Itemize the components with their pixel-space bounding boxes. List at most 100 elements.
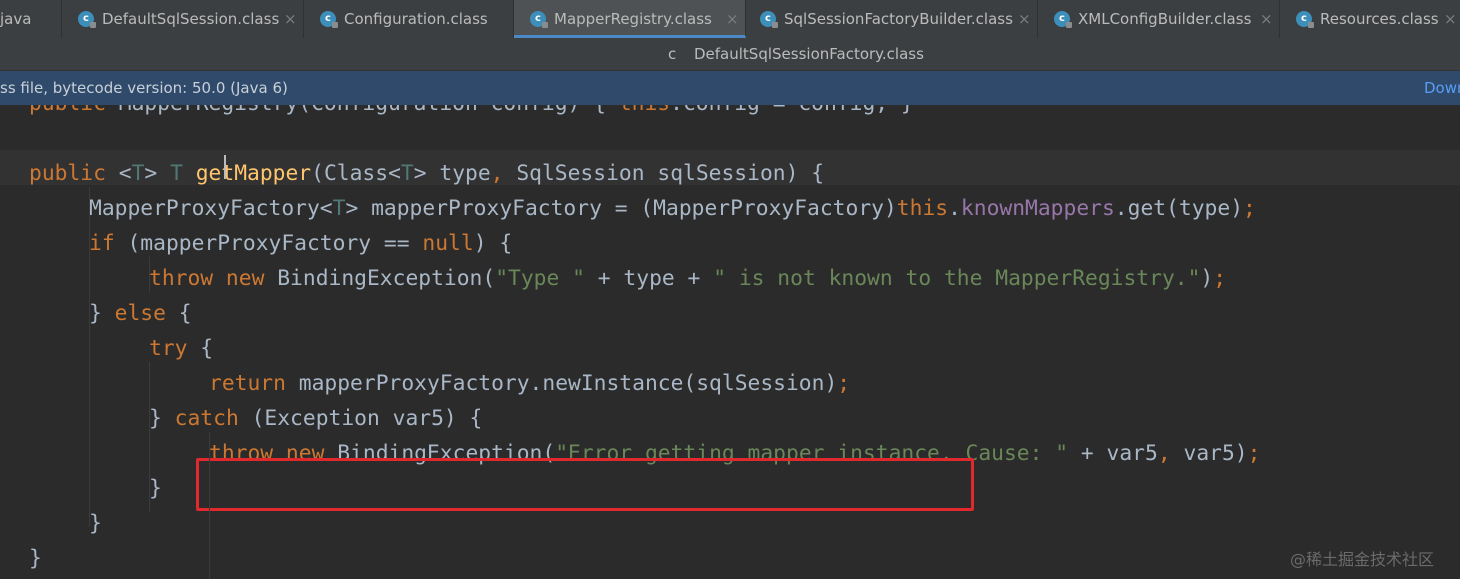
code-token: ; — [1247, 441, 1261, 466]
code-token: .config = config; } — [670, 105, 914, 116]
code-token: null — [422, 231, 474, 256]
close-icon[interactable]: × — [1018, 0, 1031, 38]
close-icon[interactable]: × — [1444, 0, 1457, 38]
class-file-icon: c — [320, 11, 338, 28]
code-token: { — [187, 336, 214, 361]
code-line: return mapperProxyFactory.newInstance(sq… — [209, 366, 850, 401]
tab-configuration[interactable]: c Configuration.class — [304, 0, 514, 38]
code-token: , — [490, 161, 517, 186]
code-token: ; — [1243, 196, 1256, 221]
tab-resources[interactable]: c Resources.class × — [1280, 0, 1460, 38]
code-line: public <T> T getMapper(Class<T> type, Sq… — [29, 156, 824, 191]
tab-default-sql-session-factory[interactable]: c DefaultSqlSessionFactory.class — [668, 38, 924, 70]
tab-label: XMLConfigBuilder.class — [1078, 10, 1252, 28]
indent-guide — [89, 187, 90, 527]
code-token: ; — [1213, 266, 1227, 291]
code-token: T — [332, 196, 346, 221]
code-token: (Class< — [311, 161, 401, 186]
class-file-icon: c — [760, 11, 778, 28]
tab-sql-session-factory-builder[interactable]: c SqlSessionFactoryBuilder.class × — [746, 0, 1038, 38]
code-token: BindingException( — [264, 266, 496, 291]
code-token: + var5 — [1068, 441, 1158, 466]
indent-guide — [149, 257, 150, 292]
code-token: > — [144, 161, 171, 186]
code-token: .get(type) — [1114, 196, 1244, 221]
tab-xmlconfig-builder[interactable]: c XMLConfigBuilder.class × — [1038, 0, 1280, 38]
code-token: (Configuration config) { — [298, 105, 619, 116]
code-token: , — [1157, 441, 1184, 466]
code-token: + type + — [584, 266, 714, 291]
tab-label: java — [0, 10, 32, 28]
code-token: } — [89, 511, 102, 536]
class-file-icon: c — [1054, 11, 1072, 28]
tab-label: MapperRegistry.class — [554, 10, 712, 28]
code-token: mapperProxyFactory.newInstance(sqlSessio… — [285, 371, 838, 396]
close-icon[interactable]: × — [284, 0, 297, 38]
code-token: T — [400, 161, 414, 186]
tab-java[interactable]: java — [0, 0, 62, 38]
code-token: else — [114, 301, 166, 326]
code-line: } catch (Exception var5) { — [149, 401, 482, 436]
tab-default-sql-session[interactable]: c DefaultSqlSession.class × — [62, 0, 304, 38]
code-token: throw new — [149, 266, 265, 291]
code-token: ) — [1200, 266, 1214, 291]
code-token: try — [149, 336, 188, 361]
code-editor[interactable]: public MapperRegistry(Configuration conf… — [0, 105, 1460, 579]
class-file-icon: c — [1296, 11, 1314, 28]
class-file-icon: c — [668, 45, 677, 63]
class-file-icon: c — [530, 11, 548, 28]
close-icon[interactable]: × — [1260, 0, 1273, 38]
editor-tab-bar: java c DefaultSqlSession.class × c Configurat… — [0, 0, 1460, 38]
watermark: @稀土掘金技术社区 — [1290, 550, 1435, 569]
code-token: SqlSession sqlSession) { — [516, 161, 825, 186]
code-token: this — [896, 196, 949, 221]
code-token: public — [29, 161, 106, 186]
tab-label: Resources.class — [1320, 10, 1439, 28]
code-token: MapperRegistry — [119, 105, 299, 116]
tab-label: SqlSessionFactoryBuilder.class — [784, 10, 1013, 28]
code-token: > type — [413, 161, 491, 186]
code-token: (mapperProxyFactory == — [114, 231, 423, 256]
tab-label: Configuration.class — [344, 10, 488, 28]
code-token: catch — [174, 406, 239, 431]
code-token: if — [89, 231, 115, 256]
class-file-icon: c — [78, 11, 96, 28]
code-line: } — [149, 471, 162, 506]
tab-mapper-registry[interactable]: c MapperRegistry.class × — [514, 0, 746, 38]
code-token: } — [149, 406, 175, 431]
code-token: . — [948, 196, 961, 221]
code-token: } — [29, 546, 42, 571]
editor-tab-bar-row-2: c DefaultSqlSessionFactory.class — [0, 38, 1460, 71]
code-line: throw new BindingException("Type " + typ… — [149, 261, 1226, 296]
tab-label: DefaultSqlSession.class — [102, 10, 280, 28]
close-icon[interactable]: × — [726, 0, 739, 38]
code-token: public — [29, 105, 106, 116]
code-line: public MapperRegistry(Configuration conf… — [29, 105, 914, 121]
code-token: this — [619, 105, 670, 116]
code-token: { — [165, 301, 192, 326]
code-token: return — [209, 371, 286, 396]
code-token: < — [105, 161, 132, 186]
indent-guide — [209, 432, 210, 579]
indent-guide — [149, 362, 150, 512]
code-token: " is not known to the MapperRegistry." — [713, 266, 1201, 291]
banner-text: ss file, bytecode version: 50.0 (Java 6) — [0, 79, 288, 97]
annotation-highlight-box — [196, 458, 974, 511]
code-token: "Type " — [495, 266, 585, 291]
code-token: getMapper — [195, 161, 312, 186]
code-token: } — [89, 301, 115, 326]
code-token: > mapperProxyFactory = (MapperProxyFacto… — [345, 196, 897, 221]
code-line: try { — [149, 331, 213, 366]
code-token: T — [131, 161, 145, 186]
code-token: MapperProxyFactory< — [89, 196, 333, 221]
code-line: } else { — [89, 296, 192, 331]
code-token: } — [149, 476, 162, 501]
code-line: MapperProxyFactory<T> mapperProxyFactory… — [89, 191, 1256, 226]
code-token: ) { — [473, 231, 513, 256]
decompiled-class-banner: ss file, bytecode version: 50.0 (Java 6)… — [0, 71, 1460, 105]
code-token: T — [170, 161, 183, 186]
download-sources-link[interactable]: Down — [1424, 71, 1460, 105]
code-line: if (mapperProxyFactory == null) { — [89, 226, 512, 261]
